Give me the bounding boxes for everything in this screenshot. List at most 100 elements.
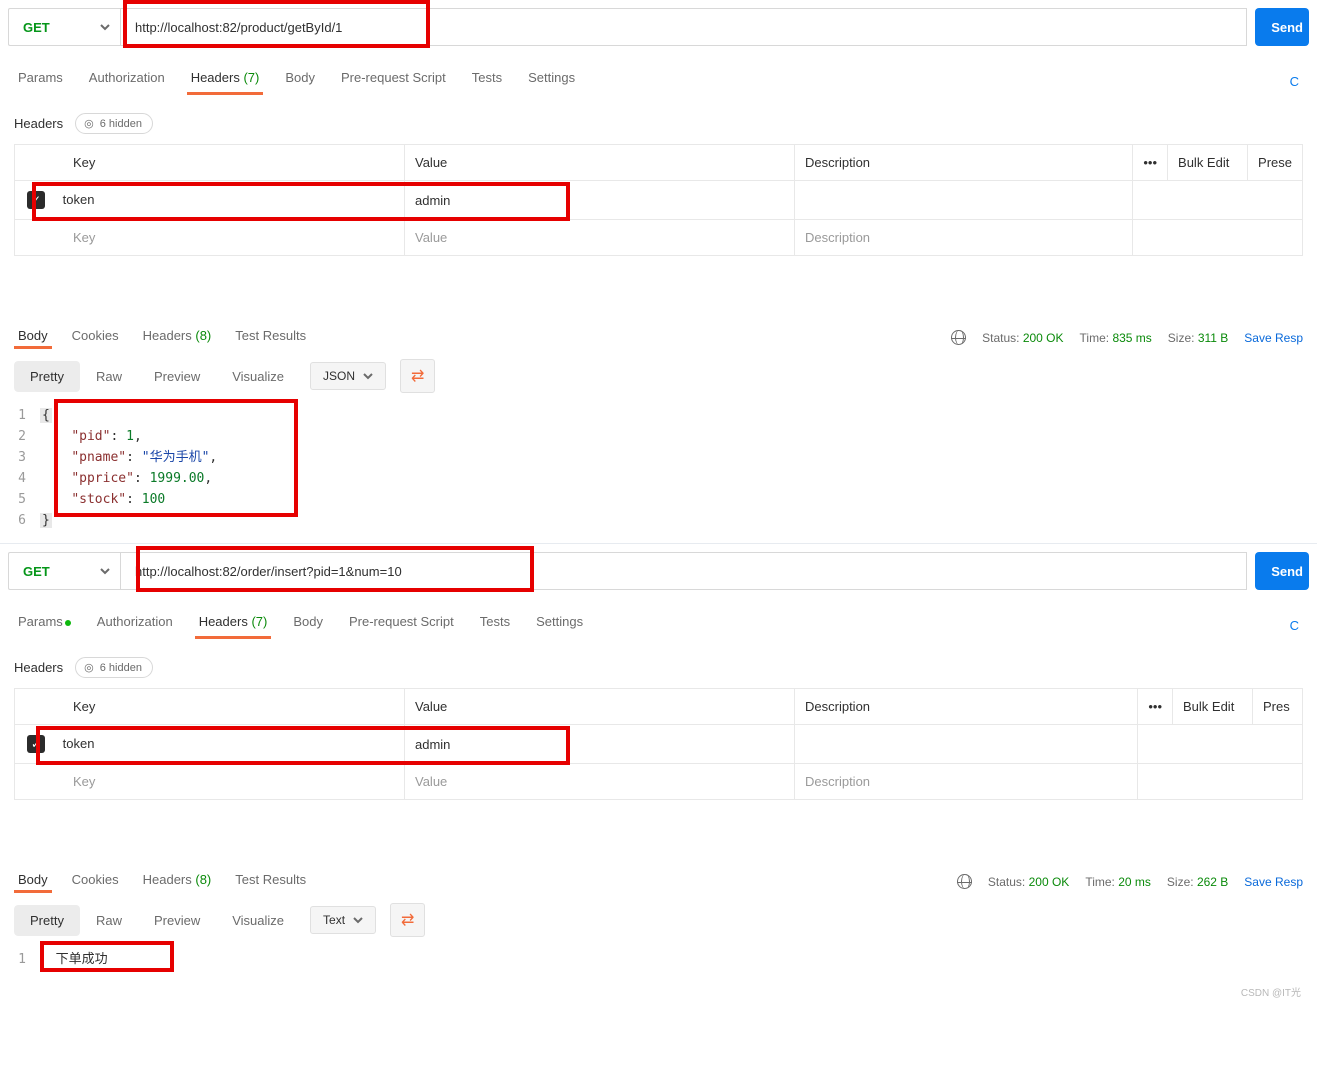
view-preview[interactable]: Preview [138, 905, 216, 936]
tab-response-body[interactable]: Body [14, 322, 52, 353]
http-method-value: GET [23, 564, 50, 579]
table-row[interactable]: ✓ token admin [15, 725, 1303, 764]
request-tabs: Params Authorization Headers (7) Body Pr… [8, 608, 1309, 643]
tab-tests[interactable]: Tests [476, 608, 514, 643]
tab-response-test-results[interactable]: Test Results [231, 866, 310, 897]
http-method-select[interactable]: GET [8, 552, 120, 590]
tab-headers[interactable]: Headers (7) [187, 64, 264, 99]
value-placeholder[interactable]: Value [405, 220, 795, 256]
tab-response-cookies[interactable]: Cookies [68, 866, 123, 897]
view-visualize[interactable]: Visualize [216, 905, 300, 936]
table-row-empty[interactable]: Key Value Description [15, 764, 1303, 800]
size-block[interactable]: Size: 311 B [1168, 331, 1229, 345]
bulk-edit-link[interactable]: Bulk Edit [1168, 145, 1248, 181]
tab-response-cookies[interactable]: Cookies [68, 322, 123, 353]
key-placeholder[interactable]: Key [15, 220, 405, 256]
col-options[interactable]: ••• [1133, 145, 1168, 181]
headers-section-head: Headers ◎ 6 hidden [8, 643, 1309, 688]
chevron-down-icon [363, 371, 373, 381]
header-description[interactable] [795, 181, 1133, 220]
tab-response-test-results[interactable]: Test Results [231, 322, 310, 353]
hidden-headers-toggle[interactable]: ◎ 6 hidden [75, 657, 153, 678]
cookies-link[interactable]: C [1290, 74, 1303, 89]
view-pretty[interactable]: Pretty [14, 905, 80, 936]
view-visualize[interactable]: Visualize [216, 361, 300, 392]
size-block[interactable]: Size: 262 B [1167, 875, 1228, 889]
table-row[interactable]: ✓ token admin [15, 181, 1303, 220]
col-value: Value [405, 689, 795, 725]
globe-icon[interactable] [951, 330, 966, 345]
response-body[interactable]: 1 下单成功 [14, 945, 1303, 974]
eye-icon: ◎ [84, 661, 94, 674]
status-block[interactable]: Status: 200 OK [988, 875, 1069, 889]
view-raw[interactable]: Raw [80, 905, 138, 936]
send-button[interactable]: Send [1255, 552, 1309, 590]
url-input[interactable] [120, 8, 1247, 46]
header-value[interactable]: admin [405, 181, 795, 220]
tab-authorization[interactable]: Authorization [93, 608, 177, 643]
format-select[interactable]: JSON [310, 362, 386, 390]
tab-body[interactable]: Body [281, 64, 319, 99]
response-body[interactable]: 1{ 2 "pid": 1, 3 "pname": "华为手机", 4 "ppr… [14, 401, 1303, 535]
view-preview[interactable]: Preview [138, 361, 216, 392]
wrap-lines-icon[interactable]: ⇄ [400, 359, 435, 393]
desc-placeholder[interactable]: Description [795, 220, 1133, 256]
request-panel-2: GET Send Params Authorization Headers (7… [0, 543, 1317, 1005]
table-header-row: Key Value Description ••• Bulk Edit Pres [15, 689, 1303, 725]
chevron-down-icon [100, 20, 110, 35]
tab-headers[interactable]: Headers (7) [195, 608, 272, 643]
headers-count: (7) [251, 614, 267, 629]
wrap-lines-icon[interactable]: ⇄ [390, 903, 425, 937]
request-tabs: Params Authorization Headers (7) Body Pr… [8, 64, 1309, 99]
headers-table-wrap: Key Value Description ••• Bulk Edit Pres… [8, 688, 1309, 800]
col-description: Description [795, 145, 1133, 181]
headers-title: Headers [14, 116, 63, 131]
tab-response-body[interactable]: Body [14, 866, 52, 897]
table-row-empty[interactable]: Key Value Description [15, 220, 1303, 256]
table-header-row: Key Value Description ••• Bulk Edit Pres… [15, 145, 1303, 181]
hidden-headers-toggle[interactable]: ◎ 6 hidden [75, 113, 153, 134]
time-block[interactable]: Time: 20 ms [1085, 875, 1151, 889]
presets-link[interactable]: Pres [1253, 689, 1303, 725]
request-panel-1: GET Send Params Authorization Headers (7… [0, 0, 1317, 543]
value-placeholder[interactable]: Value [405, 764, 795, 800]
http-method-value: GET [23, 20, 50, 35]
tab-tests[interactable]: Tests [468, 64, 506, 99]
format-select[interactable]: Text [310, 906, 376, 934]
time-block[interactable]: Time: 835 ms [1080, 331, 1152, 345]
desc-placeholder[interactable]: Description [795, 764, 1138, 800]
http-method-select[interactable]: GET [8, 8, 120, 46]
tab-params[interactable]: Params [14, 64, 67, 99]
bulk-edit-link[interactable]: Bulk Edit [1173, 689, 1253, 725]
header-value[interactable]: admin [405, 725, 795, 764]
tab-settings[interactable]: Settings [532, 608, 587, 643]
presets-link[interactable]: Prese [1248, 145, 1303, 181]
url-input[interactable] [120, 552, 1247, 590]
status-block[interactable]: Status: 200 OK [982, 331, 1063, 345]
tab-prerequest[interactable]: Pre-request Script [337, 64, 450, 99]
row-checkbox[interactable]: ✓ [27, 735, 45, 753]
header-key[interactable]: token [63, 192, 95, 207]
send-button[interactable]: Send [1255, 8, 1309, 46]
key-placeholder[interactable]: Key [15, 764, 405, 800]
tab-prerequest[interactable]: Pre-request Script [345, 608, 458, 643]
cookies-link[interactable]: C [1290, 618, 1303, 633]
header-description[interactable] [795, 725, 1138, 764]
tab-authorization[interactable]: Authorization [85, 64, 169, 99]
tab-response-headers[interactable]: Headers (8) [139, 866, 216, 897]
col-options[interactable]: ••• [1138, 689, 1173, 725]
col-value: Value [405, 145, 795, 181]
view-pretty[interactable]: Pretty [14, 361, 80, 392]
tab-response-headers[interactable]: Headers (8) [139, 322, 216, 353]
tab-params[interactable]: Params [14, 608, 75, 643]
header-key[interactable]: token [63, 736, 95, 751]
col-description: Description [795, 689, 1138, 725]
view-raw[interactable]: Raw [80, 361, 138, 392]
eye-icon: ◎ [84, 117, 94, 130]
save-response-button[interactable]: Save Resp [1244, 875, 1303, 889]
globe-icon[interactable] [957, 874, 972, 889]
tab-body[interactable]: Body [289, 608, 327, 643]
save-response-button[interactable]: Save Resp [1244, 331, 1303, 345]
row-checkbox[interactable]: ✓ [27, 191, 45, 209]
tab-settings[interactable]: Settings [524, 64, 579, 99]
